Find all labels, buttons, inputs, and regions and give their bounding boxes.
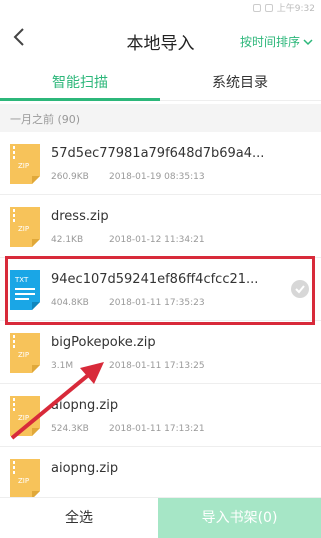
file-size: 524.3KB xyxy=(51,424,89,434)
zip-file-icon: ZIP xyxy=(10,333,40,373)
tab-bar: 智能扫描 系统目录 xyxy=(0,63,321,101)
file-row[interactable]: ZIP aiopng.zip 524.3KB 2018-01-11 17:13:… xyxy=(0,384,321,447)
status-bar: 上午9:32 xyxy=(0,0,321,15)
battery-icon xyxy=(264,3,273,12)
file-size: 42.1KB xyxy=(51,235,84,245)
zip-file-icon: ZIP xyxy=(10,396,40,436)
file-date: 2018-01-12 11:34:21 xyxy=(109,235,205,245)
file-name: bigPokepoke.zip xyxy=(51,335,156,350)
file-row[interactable]: ZIP dress.zip 42.1KB 2018-01-12 11:34:21 xyxy=(0,195,321,258)
tab-system-directory[interactable]: 系统目录 xyxy=(212,72,268,92)
zip-file-icon: ZIP xyxy=(10,207,40,247)
file-name: dress.zip xyxy=(51,209,109,224)
sort-dropdown[interactable]: 按时间排序 xyxy=(240,33,313,50)
file-size: 260.9KB xyxy=(51,172,89,182)
status-time: 上午9:32 xyxy=(276,4,315,14)
footer-bar: 全选 导入书架(0) xyxy=(0,497,321,538)
sim-icon xyxy=(252,3,261,12)
svg-text:ZIP: ZIP xyxy=(18,162,29,170)
highlight-box xyxy=(5,256,315,325)
file-size: 3.1M xyxy=(51,361,74,371)
file-name: aiopng.zip xyxy=(51,398,119,413)
section-label: 一月之前 (90) xyxy=(10,113,81,126)
zip-file-icon: ZIP xyxy=(10,459,40,499)
file-date: 2018-01-19 08:35:13 xyxy=(109,172,205,182)
svg-text:ZIP: ZIP xyxy=(18,225,29,233)
chevron-down-icon xyxy=(303,38,313,45)
file-row[interactable]: ZIP bigPokepoke.zip 3.1M 2018-01-11 17:1… xyxy=(0,321,321,384)
select-all-button[interactable]: 全选 xyxy=(0,498,158,538)
active-tab-indicator xyxy=(0,98,160,101)
svg-text:ZIP: ZIP xyxy=(18,477,29,485)
file-name: aiopng.zip xyxy=(51,461,119,476)
import-bookshelf-button[interactable]: 导入书架(0) xyxy=(158,498,321,538)
sort-label: 按时间排序 xyxy=(239,35,300,49)
header: 本地导入 按时间排序 xyxy=(0,15,321,63)
file-date: 2018-01-11 17:13:25 xyxy=(109,361,205,371)
file-row[interactable]: ZIP 57d5ec77981a79f648d7b69a4... 260.9KB… xyxy=(0,132,321,195)
zip-file-icon: ZIP xyxy=(10,144,40,184)
file-name: 57d5ec77981a79f648d7b69a4... xyxy=(51,146,265,161)
section-header: 一月之前 (90) xyxy=(0,104,321,132)
svg-text:ZIP: ZIP xyxy=(18,414,29,422)
status-icons: 上午9:32 xyxy=(252,1,315,14)
file-date: 2018-01-11 17:13:21 xyxy=(109,424,205,434)
tab-smart-scan[interactable]: 智能扫描 xyxy=(52,72,108,92)
svg-text:ZIP: ZIP xyxy=(18,351,29,359)
